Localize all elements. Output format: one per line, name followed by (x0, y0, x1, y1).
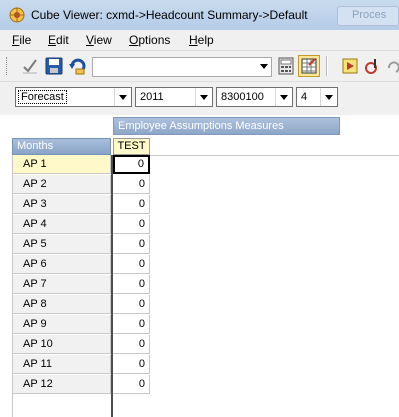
data-cell[interactable]: 0 (113, 195, 150, 214)
save-icon[interactable] (44, 56, 64, 76)
row-header[interactable]: AP 10 (12, 335, 111, 354)
data-cell[interactable]: 0 (113, 315, 150, 334)
account-dropdown[interactable]: 8300100 (216, 87, 293, 107)
year-value: 2011 (140, 91, 164, 103)
pause-icon[interactable] (362, 56, 382, 76)
data-cell[interactable]: 0 (113, 375, 150, 394)
row-header[interactable]: AP 6 (12, 255, 111, 274)
data-cell[interactable]: 0 (113, 275, 150, 294)
row-header[interactable]: AP 7 (12, 275, 111, 294)
window-title: Cube Viewer: cxmd->Headcount Summary->De… (31, 8, 308, 22)
chevron-down-icon[interactable] (275, 88, 292, 106)
row-header[interactable]: AP 12 (12, 375, 111, 394)
data-cell[interactable]: 0 (113, 355, 150, 374)
header-divider (150, 155, 399, 156)
menu-file[interactable]: File (12, 33, 31, 47)
data-cell[interactable]: 0 (113, 295, 150, 314)
chevron-down-icon (260, 64, 268, 69)
data-cell[interactable]: 0 (113, 235, 150, 254)
view-selector[interactable] (92, 57, 272, 77)
row-header[interactable]: AP 1 (12, 155, 111, 174)
column-header-test[interactable]: TEST (113, 138, 150, 155)
toolbar (0, 51, 399, 82)
menu-view[interactable]: View (86, 33, 112, 47)
redo-icon[interactable] (384, 56, 399, 76)
version-value: 4 (301, 91, 308, 103)
data-cell[interactable]: 0 (113, 155, 150, 174)
row-header[interactable]: AP 5 (12, 235, 111, 254)
menu-help[interactable]: Help (189, 33, 214, 47)
calculator-icon[interactable] (276, 56, 296, 76)
chevron-down-icon[interactable] (195, 88, 212, 106)
checkmark-icon[interactable] (20, 56, 40, 76)
data-cell[interactable]: 0 (113, 175, 150, 194)
data-cell[interactable]: 0 (113, 215, 150, 234)
scenario-dropdown[interactable]: Forecast (15, 87, 132, 107)
data-cell[interactable]: 0 (113, 335, 150, 354)
version-dropdown[interactable]: 4 (296, 87, 338, 107)
row-header[interactable]: AP 3 (12, 195, 111, 214)
menu-bar: File Edit View Options Help (0, 30, 399, 51)
row-dimension-header[interactable]: Months (12, 138, 111, 155)
row-header[interactable]: AP 8 (12, 295, 111, 314)
menu-edit[interactable]: Edit (48, 33, 69, 47)
title-bar: Cube Viewer: cxmd->Headcount Summary->De… (0, 0, 399, 30)
scenario-value: Forecast (18, 90, 67, 104)
column-dimension-header[interactable]: Employee Assumptions Measures (113, 117, 340, 135)
toolbar-separator (326, 56, 328, 76)
chevron-down-icon[interactable] (320, 88, 337, 106)
toolbar-grip[interactable] (6, 57, 10, 75)
row-header[interactable]: AP 11 (12, 355, 111, 374)
data-cell[interactable]: 0 (113, 255, 150, 274)
play-icon[interactable] (340, 56, 360, 76)
cube-app-icon (9, 7, 25, 23)
row-header[interactable]: AP 9 (12, 315, 111, 334)
row-header[interactable]: AP 2 (12, 175, 111, 194)
cube-grid: Employee Assumptions Measures Months TES… (0, 115, 399, 417)
account-value: 8300100 (221, 91, 264, 103)
row-header[interactable]: AP 4 (12, 215, 111, 234)
menu-options[interactable]: Options (129, 33, 170, 47)
grid-options-icon[interactable] (298, 55, 320, 77)
dimension-bar: Forecast 2011 8300100 4 (0, 82, 399, 115)
background-window-tab: Proces (337, 6, 399, 26)
year-dropdown[interactable]: 2011 (135, 87, 213, 107)
recalculate-icon[interactable] (67, 56, 87, 76)
chevron-down-icon[interactable] (114, 88, 131, 106)
